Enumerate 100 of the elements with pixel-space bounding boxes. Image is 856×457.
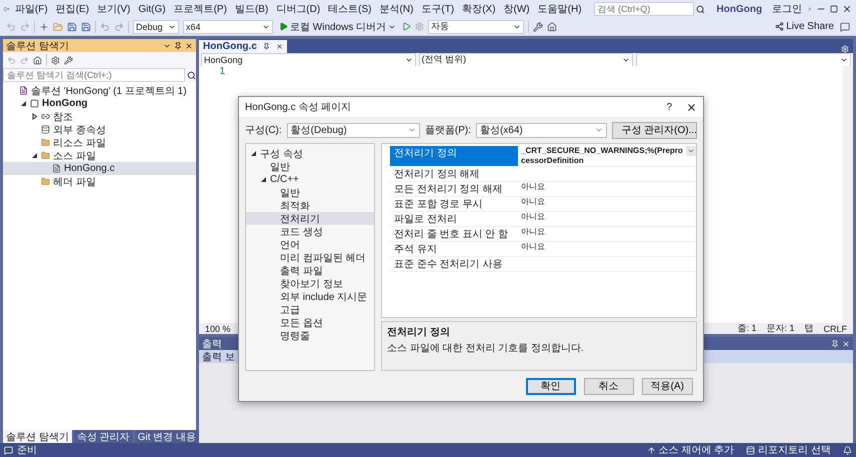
tree-item[interactable]: 헤더 파일 <box>3 175 196 188</box>
property-name[interactable]: 전처리기 정의 해제 <box>390 167 518 182</box>
tree-item[interactable]: 일반 <box>246 160 374 173</box>
line-ending-indicator[interactable]: CRLF <box>823 324 847 334</box>
close-icon[interactable] <box>276 43 283 50</box>
panel-tab[interactable]: Git 변경 내용 <box>134 430 199 443</box>
tree-item[interactable]: 언어 <box>246 238 374 251</box>
tree-item[interactable]: 외부 종속성 <box>3 123 196 136</box>
column-indicator: 문자: 1 <box>766 322 794 335</box>
close-icon[interactable] <box>185 42 193 50</box>
collapse-arrow-icon[interactable] <box>31 152 38 159</box>
property-name[interactable]: 전처리 줄 번호 표시 안 함 <box>390 227 518 242</box>
collapse-arrow-icon[interactable] <box>250 150 257 157</box>
tree-item[interactable]: 명령줄 <box>246 329 374 342</box>
wrench-icon[interactable] <box>64 56 73 64</box>
tree-item[interactable]: 코드 생성 <box>246 225 374 238</box>
gear-icon[interactable] <box>51 56 60 64</box>
help-button[interactable]: ? <box>656 102 682 112</box>
tree-item[interactable]: 솔루션 'HonGong' (1 프로젝트의 1) <box>3 84 196 97</box>
search-field[interactable]: 솔루션 탐색기 검색(Ctrl+;) <box>3 68 185 82</box>
tree-item[interactable]: 미리 컴파일된 헤더 <box>246 251 374 264</box>
menu-item[interactable]: 보기(V) <box>95 2 132 16</box>
menu-item[interactable]: 도구(T) <box>419 2 456 16</box>
feedback-icon[interactable] <box>840 22 850 32</box>
scrollbar[interactable] <box>843 66 853 323</box>
dialog-button[interactable]: 적용(A) <box>642 378 693 394</box>
repository-button[interactable]: 리포지토리 선택 <box>746 443 831 457</box>
platform-select[interactable]: 활성(x64) <box>476 122 608 138</box>
dialog-button[interactable]: 확인 <box>526 378 576 394</box>
folder-icon <box>41 177 50 186</box>
dialog-button[interactable]: 취소 <box>584 378 634 394</box>
tree-item[interactable]: 리소스 파일 <box>3 136 196 149</box>
panel-title: 솔루션 탐색기 <box>6 40 69 52</box>
menu-item[interactable]: 창(W) <box>502 2 532 16</box>
save-icon[interactable] <box>67 22 77 32</box>
configuration-dropdown[interactable]: Debug <box>133 20 179 34</box>
tree-item[interactable]: 일반 <box>246 186 374 199</box>
expand-arrow-icon[interactable] <box>31 113 38 120</box>
menu-item[interactable]: 디버그(D) <box>274 2 322 16</box>
search-icon[interactable] <box>187 70 196 80</box>
home-icon[interactable] <box>547 22 558 32</box>
tree-item[interactable]: 참조 <box>3 110 196 123</box>
menu-item[interactable]: 확장(X) <box>460 2 498 16</box>
tree-item[interactable]: 전처리기 <box>246 212 374 225</box>
pin-icon[interactable] <box>262 43 270 50</box>
scope-dropdown[interactable]: (전역 범위) <box>418 52 634 66</box>
platform-dropdown[interactable]: x64 <box>183 20 273 34</box>
property-name[interactable]: 주석 유지 <box>390 242 518 257</box>
menu-item[interactable]: 빌드(B) <box>232 2 270 16</box>
tree-item[interactable]: 외부 include 지시문 <box>246 290 374 303</box>
tree-item[interactable]: HonGong.c <box>3 162 196 175</box>
live-share-button[interactable]: Live Share <box>773 21 836 32</box>
start-debugging-button[interactable]: 로컬 Windows 디버거 <box>277 20 398 34</box>
pin-icon[interactable] <box>174 42 182 50</box>
close-icon[interactable] <box>842 4 852 14</box>
property-name[interactable]: 표준 포함 경로 무시 <box>390 197 518 212</box>
member-dropdown[interactable] <box>636 52 852 66</box>
menu-item[interactable]: 프로젝트(P) <box>172 2 229 16</box>
notification-icon[interactable] <box>843 446 852 454</box>
menu-item[interactable]: 편집(E) <box>54 2 92 16</box>
tree-item[interactable]: 소스 파일 <box>3 149 196 162</box>
search-icon[interactable] <box>696 4 705 14</box>
restore-icon[interactable] <box>830 5 838 13</box>
panel-tab[interactable]: 솔루션 탐색기 <box>3 430 72 443</box>
menu-item[interactable]: 파일(F) <box>12 2 50 16</box>
collapse-arrow-icon[interactable] <box>20 100 27 107</box>
source-control-button[interactable]: 소스 제어에 추가 <box>646 443 734 457</box>
configuration-manager-button[interactable]: 구성 관리자(O)... <box>612 122 697 138</box>
search-field[interactable]: 검색 (Ctrl+Q) <box>594 2 694 16</box>
menu-item[interactable]: 분석(N) <box>378 2 416 16</box>
close-icon[interactable] <box>686 102 697 112</box>
tree-item[interactable]: 찾아보기 정보 <box>246 277 374 290</box>
pin-icon[interactable] <box>831 340 839 348</box>
property-name[interactable]: 모든 전처리기 정의 해제 <box>390 182 518 197</box>
configuration-select[interactable]: 활성(Debug) <box>286 122 420 138</box>
property-name[interactable]: 표준 준수 전처리기 사용 <box>390 257 518 272</box>
zoom-level[interactable]: 100 % <box>205 324 231 334</box>
menu-item[interactable]: Git(G) <box>136 4 168 14</box>
login-link[interactable]: 로그인 <box>770 2 804 16</box>
indent-indicator[interactable]: 탭 <box>804 322 814 335</box>
run-mode-dropdown[interactable]: 자동 <box>428 20 524 34</box>
panel-tab[interactable]: 속성 관리자 <box>74 430 133 443</box>
tree-item[interactable]: 구성 속성 <box>246 147 374 160</box>
menu-item[interactable]: 테스트(S) <box>326 2 374 16</box>
field-label: 플랫폼(P): <box>424 124 471 137</box>
menu-item[interactable]: 도움말(H) <box>536 2 584 16</box>
tree-item[interactable]: 고급 <box>246 303 374 316</box>
wrench-icon[interactable] <box>533 22 544 32</box>
line-indicator: 줄: 1 <box>737 322 756 335</box>
home-icon[interactable] <box>33 56 42 64</box>
tree-item[interactable]: 출력 파일 <box>246 264 374 277</box>
tree-item[interactable]: 최적화 <box>246 199 374 212</box>
property-name[interactable]: 파일로 전처리 <box>390 212 518 227</box>
document-tab[interactable]: HonGong.c <box>199 40 287 53</box>
collapse-arrow-icon[interactable] <box>260 176 267 183</box>
project-dropdown[interactable]: HonGong <box>201 52 416 66</box>
tree-item[interactable]: C/C++ <box>246 173 374 186</box>
property-name[interactable]: 전처리기 정의 <box>390 146 518 167</box>
tree-item[interactable]: HonGong <box>3 97 196 110</box>
tree-item[interactable]: 모든 옵션 <box>246 316 374 329</box>
